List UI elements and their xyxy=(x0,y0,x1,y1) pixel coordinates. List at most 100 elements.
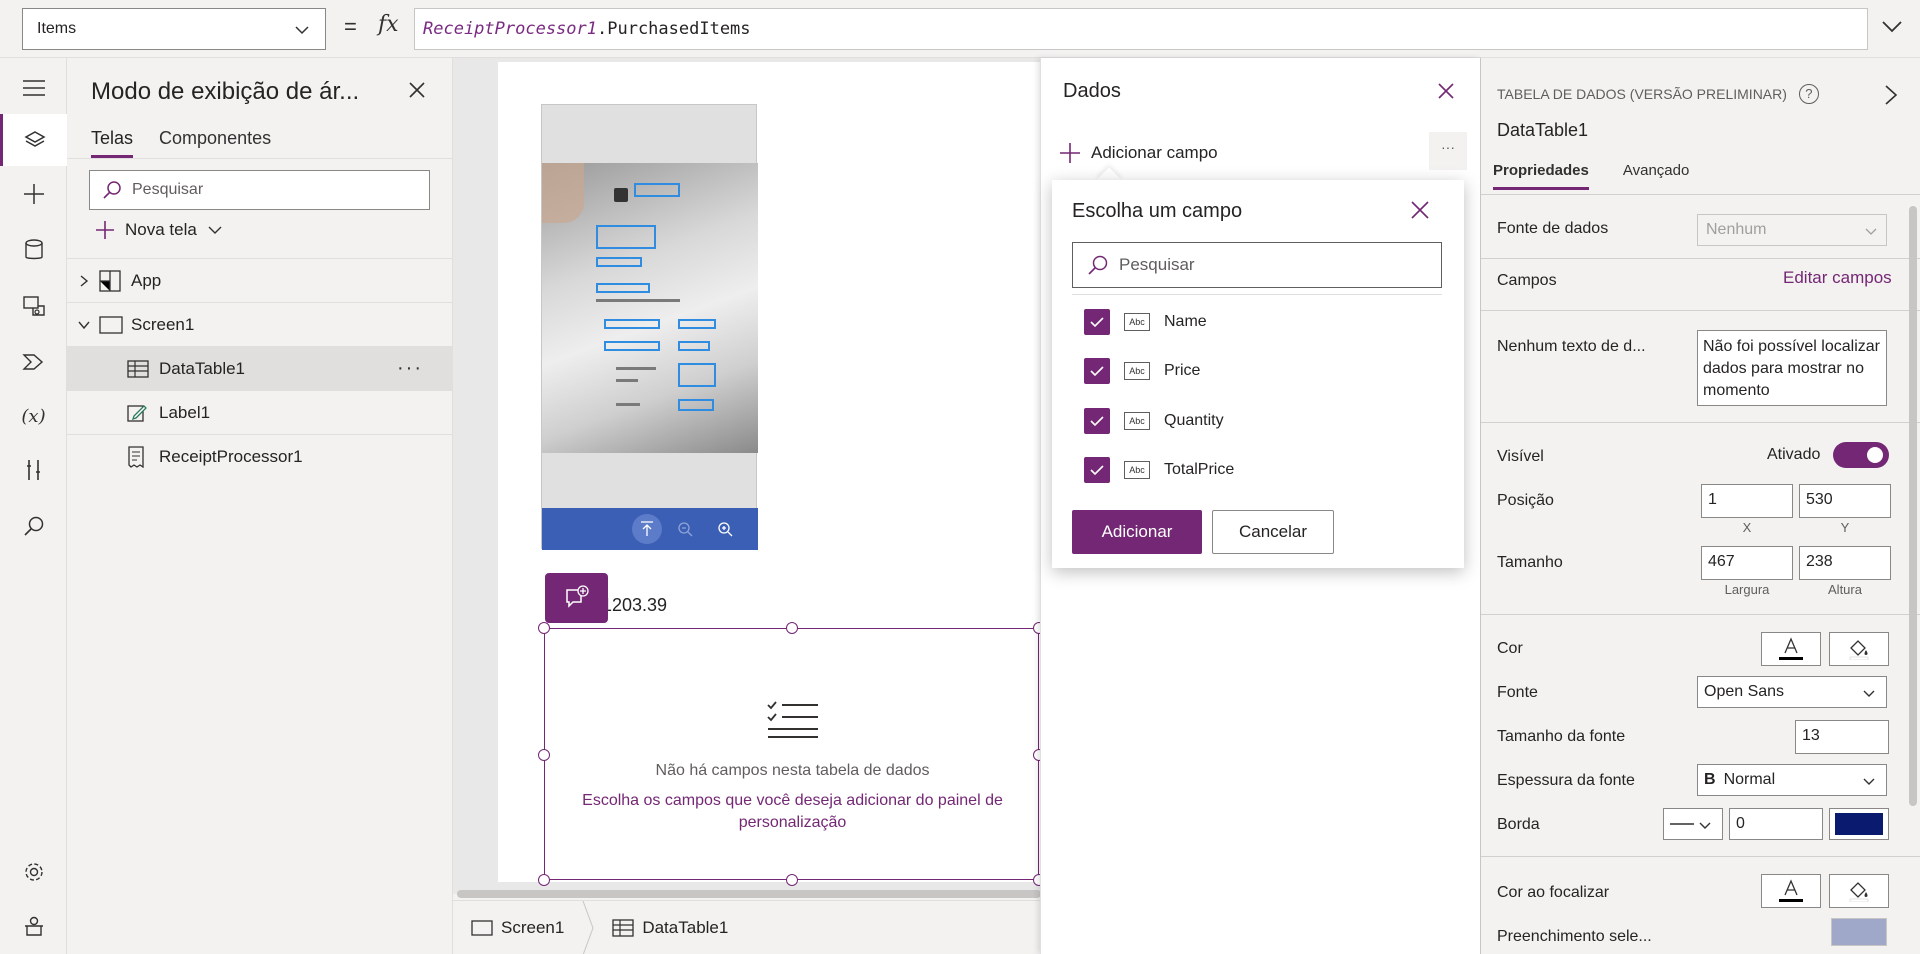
chevron-down-icon[interactable] xyxy=(1880,14,1904,38)
tree-item-screen1[interactable]: Screen1 xyxy=(67,302,453,346)
variables-button[interactable]: (𝑥) xyxy=(0,390,67,442)
field-search-input[interactable]: Pesquisar xyxy=(1072,242,1442,288)
tree-view-panel: Modo de exibição de ár... Telas Componen… xyxy=(67,58,453,954)
field-option-totalprice[interactable]: Abc TotalPrice xyxy=(1084,455,1234,485)
label1[interactable]: 1203.39 xyxy=(602,595,667,616)
resize-handle[interactable] xyxy=(786,622,798,634)
add-comment-button[interactable] xyxy=(545,573,608,623)
screen1-canvas[interactable]: 1203.39 Não há campos nesta tabela de da… xyxy=(498,62,1045,886)
tree-item-receiptprocessor1[interactable]: ReceiptProcessor1 xyxy=(67,434,453,478)
border-thickness-input[interactable]: 0 xyxy=(1729,808,1823,840)
power-automate-button[interactable] xyxy=(0,336,67,388)
text-type-icon: Abc xyxy=(1124,313,1150,331)
field-option-quantity[interactable]: Abc Quantity xyxy=(1084,406,1224,436)
receipt-processor-control[interactable] xyxy=(541,104,758,550)
property-dropdown[interactable]: Items xyxy=(22,8,326,50)
x-caption: X xyxy=(1742,520,1752,535)
tree-search-input[interactable]: Pesquisar xyxy=(89,170,430,210)
virtual-agent-button[interactable] xyxy=(0,900,67,952)
tree-item-label: ReceiptProcessor1 xyxy=(159,446,303,466)
tab-components[interactable]: Componentes xyxy=(159,128,271,158)
tree-item-datatable1[interactable]: DataTable1 ··· xyxy=(67,346,453,390)
field-option-name[interactable]: Abc Name xyxy=(1084,307,1207,337)
advanced-tools-button[interactable] xyxy=(0,444,67,496)
divider xyxy=(1481,614,1920,615)
breadcrumb-datatable1[interactable]: DataTable1 xyxy=(594,918,746,938)
hamburger-menu-button[interactable] xyxy=(0,62,67,114)
tree-item-label: Screen1 xyxy=(131,314,195,334)
resize-handle[interactable] xyxy=(538,622,550,634)
more-options-button[interactable]: ··· xyxy=(1429,132,1467,170)
edit-fields-link[interactable]: Editar campos xyxy=(1783,268,1892,288)
hover-text-color-button[interactable] xyxy=(1761,874,1821,908)
border-color-button[interactable] xyxy=(1829,808,1889,840)
field-option-label: Quantity xyxy=(1164,412,1224,429)
add-field-button[interactable]: Adicionar campo xyxy=(1059,142,1218,164)
close-icon[interactable] xyxy=(1410,200,1430,220)
field-option-price[interactable]: Abc Price xyxy=(1084,356,1200,386)
more-options-button[interactable]: ··· xyxy=(397,357,423,380)
tree-view-button[interactable] xyxy=(0,114,67,166)
hover-fill-color-button[interactable] xyxy=(1829,874,1889,908)
font-dropdown[interactable]: Open Sans xyxy=(1697,676,1887,708)
checkbox[interactable] xyxy=(1084,309,1110,335)
zoom-out-button[interactable] xyxy=(670,514,700,544)
zoom-in-button[interactable] xyxy=(710,514,740,544)
upload-button[interactable] xyxy=(632,514,662,544)
chevron-down-icon[interactable] xyxy=(77,318,91,332)
font-size-input[interactable]: 13 xyxy=(1795,720,1889,754)
tree-item-app[interactable]: App xyxy=(67,258,453,302)
width-input[interactable]: 467 xyxy=(1701,546,1793,580)
divider xyxy=(1481,856,1920,857)
resize-handle[interactable] xyxy=(786,874,798,886)
formula-member: .PurchasedItems xyxy=(597,19,751,39)
fill-color-button[interactable] xyxy=(1829,632,1889,666)
property-dropdown-value: Items xyxy=(37,20,77,37)
chevron-right-icon[interactable] xyxy=(1883,84,1899,106)
search-button[interactable] xyxy=(0,500,67,552)
add-button[interactable]: Adicionar xyxy=(1072,510,1202,554)
chevron-right-icon[interactable] xyxy=(77,274,91,288)
height-input[interactable]: 238 xyxy=(1799,546,1891,580)
border-style-dropdown[interactable] xyxy=(1663,808,1723,840)
tab-advanced[interactable]: Avançado xyxy=(1623,162,1689,190)
field-search-placeholder: Pesquisar xyxy=(1119,255,1195,274)
screen-icon xyxy=(99,315,123,334)
formula-bar: Items = fx ReceiptProcessor1.PurchasedIt… xyxy=(0,0,1920,58)
data-button[interactable] xyxy=(0,224,67,276)
tab-properties[interactable]: Propriedades xyxy=(1493,162,1589,190)
settings-button[interactable] xyxy=(0,846,67,898)
tab-screens[interactable]: Telas xyxy=(91,128,134,158)
media-button[interactable] xyxy=(0,280,67,332)
plus-icon xyxy=(1060,143,1080,163)
close-icon[interactable] xyxy=(1437,82,1455,100)
canvas-horizontal-scrollbar[interactable] xyxy=(457,890,1041,898)
position-x-input[interactable]: 1 xyxy=(1701,484,1793,518)
tree-item-label1[interactable]: Label1 xyxy=(67,390,453,434)
resize-handle[interactable] xyxy=(538,874,550,886)
checkbox[interactable] xyxy=(1084,358,1110,384)
datatable1[interactable]: Não há campos nesta tabela de dados Esco… xyxy=(538,622,1045,886)
new-screen-button[interactable]: Nova tela xyxy=(95,220,223,240)
control-name[interactable]: DataTable1 xyxy=(1497,120,1588,141)
font-weight-dropdown[interactable]: B Normal xyxy=(1697,764,1887,796)
text-color-button[interactable] xyxy=(1761,632,1821,666)
checkbox[interactable] xyxy=(1084,457,1110,483)
selection-fill-swatch[interactable] xyxy=(1831,918,1887,946)
checkbox[interactable] xyxy=(1084,408,1110,434)
help-icon[interactable]: ? xyxy=(1798,84,1819,104)
cancel-button[interactable]: Cancelar xyxy=(1212,510,1334,554)
breadcrumb-screen1[interactable]: Screen1 xyxy=(453,918,582,938)
font-weight-label: Espessura da fonte xyxy=(1497,772,1635,789)
font-dropdown-value: Open Sans xyxy=(1704,683,1785,700)
formula-input[interactable]: ReceiptProcessor1.PurchasedItems xyxy=(414,8,1868,50)
properties-scrollbar[interactable] xyxy=(1909,206,1917,806)
close-icon[interactable] xyxy=(407,80,427,100)
no-data-text-input[interactable]: Não foi possível localizar dados para mo… xyxy=(1697,330,1887,406)
screen-icon xyxy=(471,919,493,936)
position-y-input[interactable]: 530 xyxy=(1799,484,1891,518)
insert-button[interactable] xyxy=(0,168,67,220)
breadcrumb-label: DataTable1 xyxy=(642,917,729,937)
y-caption: Y xyxy=(1840,520,1850,535)
visible-toggle[interactable] xyxy=(1833,442,1889,468)
